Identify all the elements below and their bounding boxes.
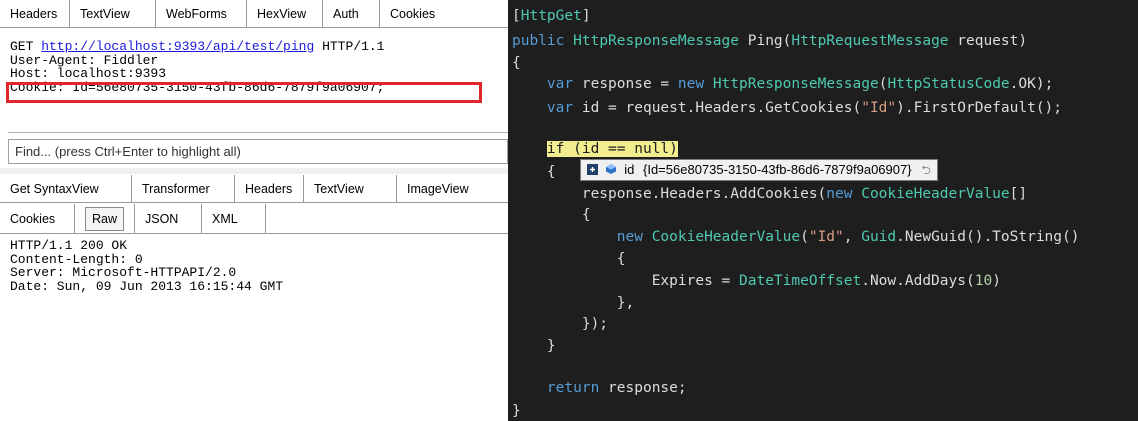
tab-spacer xyxy=(266,204,508,234)
response-tab-bar: Get SyntaxView Transformer Headers TextV… xyxy=(0,175,508,204)
code-line-if: if (id == null) xyxy=(512,139,678,159)
request-line: GET http://localhost:9393/api/test/ping … xyxy=(10,40,500,54)
tab-headers[interactable]: Headers xyxy=(0,0,70,28)
request-url-link[interactable]: http://localhost:9393/api/test/ping xyxy=(41,39,314,54)
tab-raw[interactable]: Raw xyxy=(75,204,135,234)
code-editor[interactable]: [HttpGet] public HttpResponseMessage Pin… xyxy=(508,0,1138,421)
tab-hexview[interactable]: HexView xyxy=(247,0,323,28)
tab-textview[interactable]: TextView xyxy=(70,0,156,28)
request-method: GET xyxy=(10,39,34,54)
cookie-highlight-box xyxy=(6,82,482,103)
tab-cookies[interactable]: Cookies xyxy=(380,0,508,28)
code-line-id-decl: var id = request.Headers.GetCookies("Id"… xyxy=(546,100,1063,116)
code-line-close-call: }); xyxy=(581,316,609,332)
code-line-expires: Expires = DateTimeOffset.Now.AddDays(10) xyxy=(651,273,1001,289)
request-protocol: HTTP/1.1 xyxy=(322,39,385,54)
header-host: Host: localhost:9393 xyxy=(10,66,167,81)
response-tab-bar-2: Cookies Raw JSON XML xyxy=(0,204,508,234)
datatip-variable-name: id xyxy=(624,162,635,177)
code-line-close-method: } xyxy=(512,403,521,419)
tab-response-headers[interactable]: Headers xyxy=(235,175,304,203)
tab-xml[interactable]: XML xyxy=(202,204,266,234)
tab-json[interactable]: JSON xyxy=(135,204,202,234)
tab-response-textview[interactable]: TextView xyxy=(304,175,397,203)
expand-icon[interactable] xyxy=(587,161,598,181)
response-server: Server: Microsoft-HTTPAPI/2.0 xyxy=(10,265,237,280)
tab-raw-label: Raw xyxy=(85,207,125,231)
response-raw-text[interactable]: HTTP/1.1 200 OK Content-Length: 0 Server… xyxy=(10,239,500,309)
pin-icon[interactable]: ⮌ xyxy=(921,163,931,177)
tab-response-cookies[interactable]: Cookies xyxy=(0,204,75,234)
code-line-return: return response; xyxy=(546,380,687,396)
code-line-close-if: } xyxy=(546,338,556,354)
code-line-new-cookie: new CookieHeaderValue("Id", Guid.NewGuid… xyxy=(616,229,1080,245)
tab-auth[interactable]: Auth xyxy=(323,0,380,28)
tab-imageview[interactable]: ImageView xyxy=(397,175,508,203)
code-line-attribute: [HttpGet] xyxy=(512,8,591,24)
code-line-response-decl: var response = new HttpResponseMessage(H… xyxy=(546,76,1054,92)
header-user-agent: User-Agent: Fiddler xyxy=(10,52,159,68)
divider xyxy=(8,132,508,133)
pane-splitter[interactable] xyxy=(0,168,508,174)
code-line-signature: public HttpResponseMessage Ping(HttpRequ… xyxy=(512,33,1028,49)
find-input[interactable]: Find... (press Ctrl+Enter to highlight a… xyxy=(8,139,508,164)
code-line-if-brace: { xyxy=(546,164,556,180)
code-line-close-init: }, xyxy=(616,295,635,311)
response-date: Date: Sun, 09 Jun 2013 16:15:44 GMT xyxy=(10,278,284,294)
code-line-brace-2: { xyxy=(581,207,591,223)
response-status-line: HTTP/1.1 200 OK xyxy=(10,238,128,253)
request-tab-bar: Headers TextView WebForms HexView Auth C… xyxy=(0,0,508,30)
fiddler-inspector: Headers TextView WebForms HexView Auth C… xyxy=(0,0,508,421)
current-statement-highlight: if (id == null) xyxy=(546,141,678,157)
code-line-brace-3: { xyxy=(616,251,626,267)
datatip-variable-value[interactable]: {Id=56e80735-3150-43fb-86d6-7879f9a06907… xyxy=(643,162,912,177)
field-icon xyxy=(602,161,617,181)
response-content-length: Content-Length: 0 xyxy=(10,251,143,267)
code-line-add-cookies: response.Headers.AddCookies(new CookieHe… xyxy=(581,186,1028,202)
tab-get-syntaxview[interactable]: Get SyntaxView xyxy=(0,175,132,203)
tab-transformer[interactable]: Transformer xyxy=(132,175,235,203)
code-line-brace: { xyxy=(512,55,521,71)
tab-webforms[interactable]: WebForms xyxy=(156,0,247,28)
debugger-datatip[interactable]: id {Id=56e80735-3150-43fb-86d6-7879f9a06… xyxy=(580,159,938,181)
